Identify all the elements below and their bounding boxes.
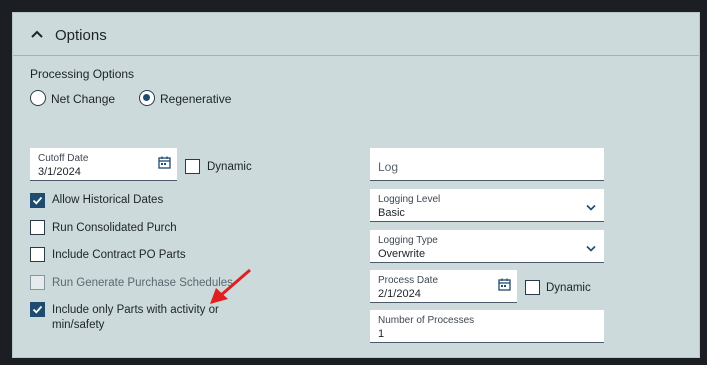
logging-level-select[interactable]: Logging Level Basic	[370, 189, 604, 222]
include-only-parts-activity-checkbox[interactable]	[30, 302, 45, 317]
options-header[interactable]: Options	[13, 13, 699, 56]
number-of-processes-value: 1	[378, 328, 385, 340]
checkmark-icon	[32, 305, 43, 314]
logging-type-label: Logging Type	[378, 235, 438, 246]
cutoff-date-value: 3/1/2024	[38, 166, 81, 178]
checkmark-icon	[32, 196, 43, 205]
allow-historical-dates-checkbox[interactable]	[30, 193, 45, 208]
regenerative-label: Regenerative	[160, 92, 232, 106]
chevron-down-icon[interactable]	[586, 204, 596, 211]
options-panel: Options Processing Options Net Change Re…	[12, 12, 700, 358]
calendar-icon[interactable]	[498, 278, 511, 291]
regenerative-radio[interactable]	[139, 90, 155, 106]
logging-level-value: Basic	[378, 207, 405, 219]
logging-type-select[interactable]: Logging Type Overwrite	[370, 230, 604, 263]
net-change-label: Net Change	[51, 92, 116, 106]
number-of-processes-label: Number of Processes	[378, 315, 475, 326]
include-contract-po-parts-label: Include Contract PO Parts	[52, 249, 186, 261]
include-contract-po-parts-checkbox[interactable]	[30, 247, 45, 262]
net-change-radio[interactable]	[30, 90, 46, 106]
processing-options-label: Processing Options	[30, 67, 135, 81]
include-only-parts-activity-label: Include only Parts with activity or	[52, 304, 219, 316]
cutoff-dynamic-checkbox[interactable]	[185, 159, 200, 174]
chevron-down-icon[interactable]	[586, 245, 596, 252]
cutoff-date-label: Cutoff Date	[38, 153, 89, 164]
log-placeholder: Log	[378, 160, 399, 174]
cutoff-date-field[interactable]: Cutoff Date 3/1/2024	[30, 148, 177, 181]
chevron-up-icon[interactable]	[30, 29, 44, 39]
cutoff-dynamic-label: Dynamic	[207, 161, 252, 173]
options-title: Options	[55, 27, 107, 44]
number-of-processes-field[interactable]: Number of Processes 1	[370, 310, 604, 343]
include-only-parts-activity-label-line2: min/safety	[52, 319, 105, 331]
process-date-field[interactable]: Process Date 2/1/2024	[370, 270, 517, 303]
process-dynamic-checkbox[interactable]	[525, 280, 540, 295]
run-consolidated-purch-label: Run Consolidated Purch	[52, 222, 177, 234]
allow-historical-dates-label: Allow Historical Dates	[52, 194, 164, 206]
calendar-icon[interactable]	[158, 156, 171, 169]
logging-type-value: Overwrite	[378, 248, 426, 260]
process-dynamic-label: Dynamic	[546, 282, 591, 294]
run-generate-purchase-schedules-checkbox	[30, 275, 45, 290]
logging-level-label: Logging Level	[378, 194, 441, 205]
process-date-value: 2/1/2024	[378, 288, 421, 300]
process-date-label: Process Date	[378, 275, 439, 286]
red-arrow-icon	[210, 268, 251, 304]
log-field[interactable]: Log	[370, 148, 604, 181]
run-consolidated-purch-checkbox[interactable]	[30, 220, 45, 235]
